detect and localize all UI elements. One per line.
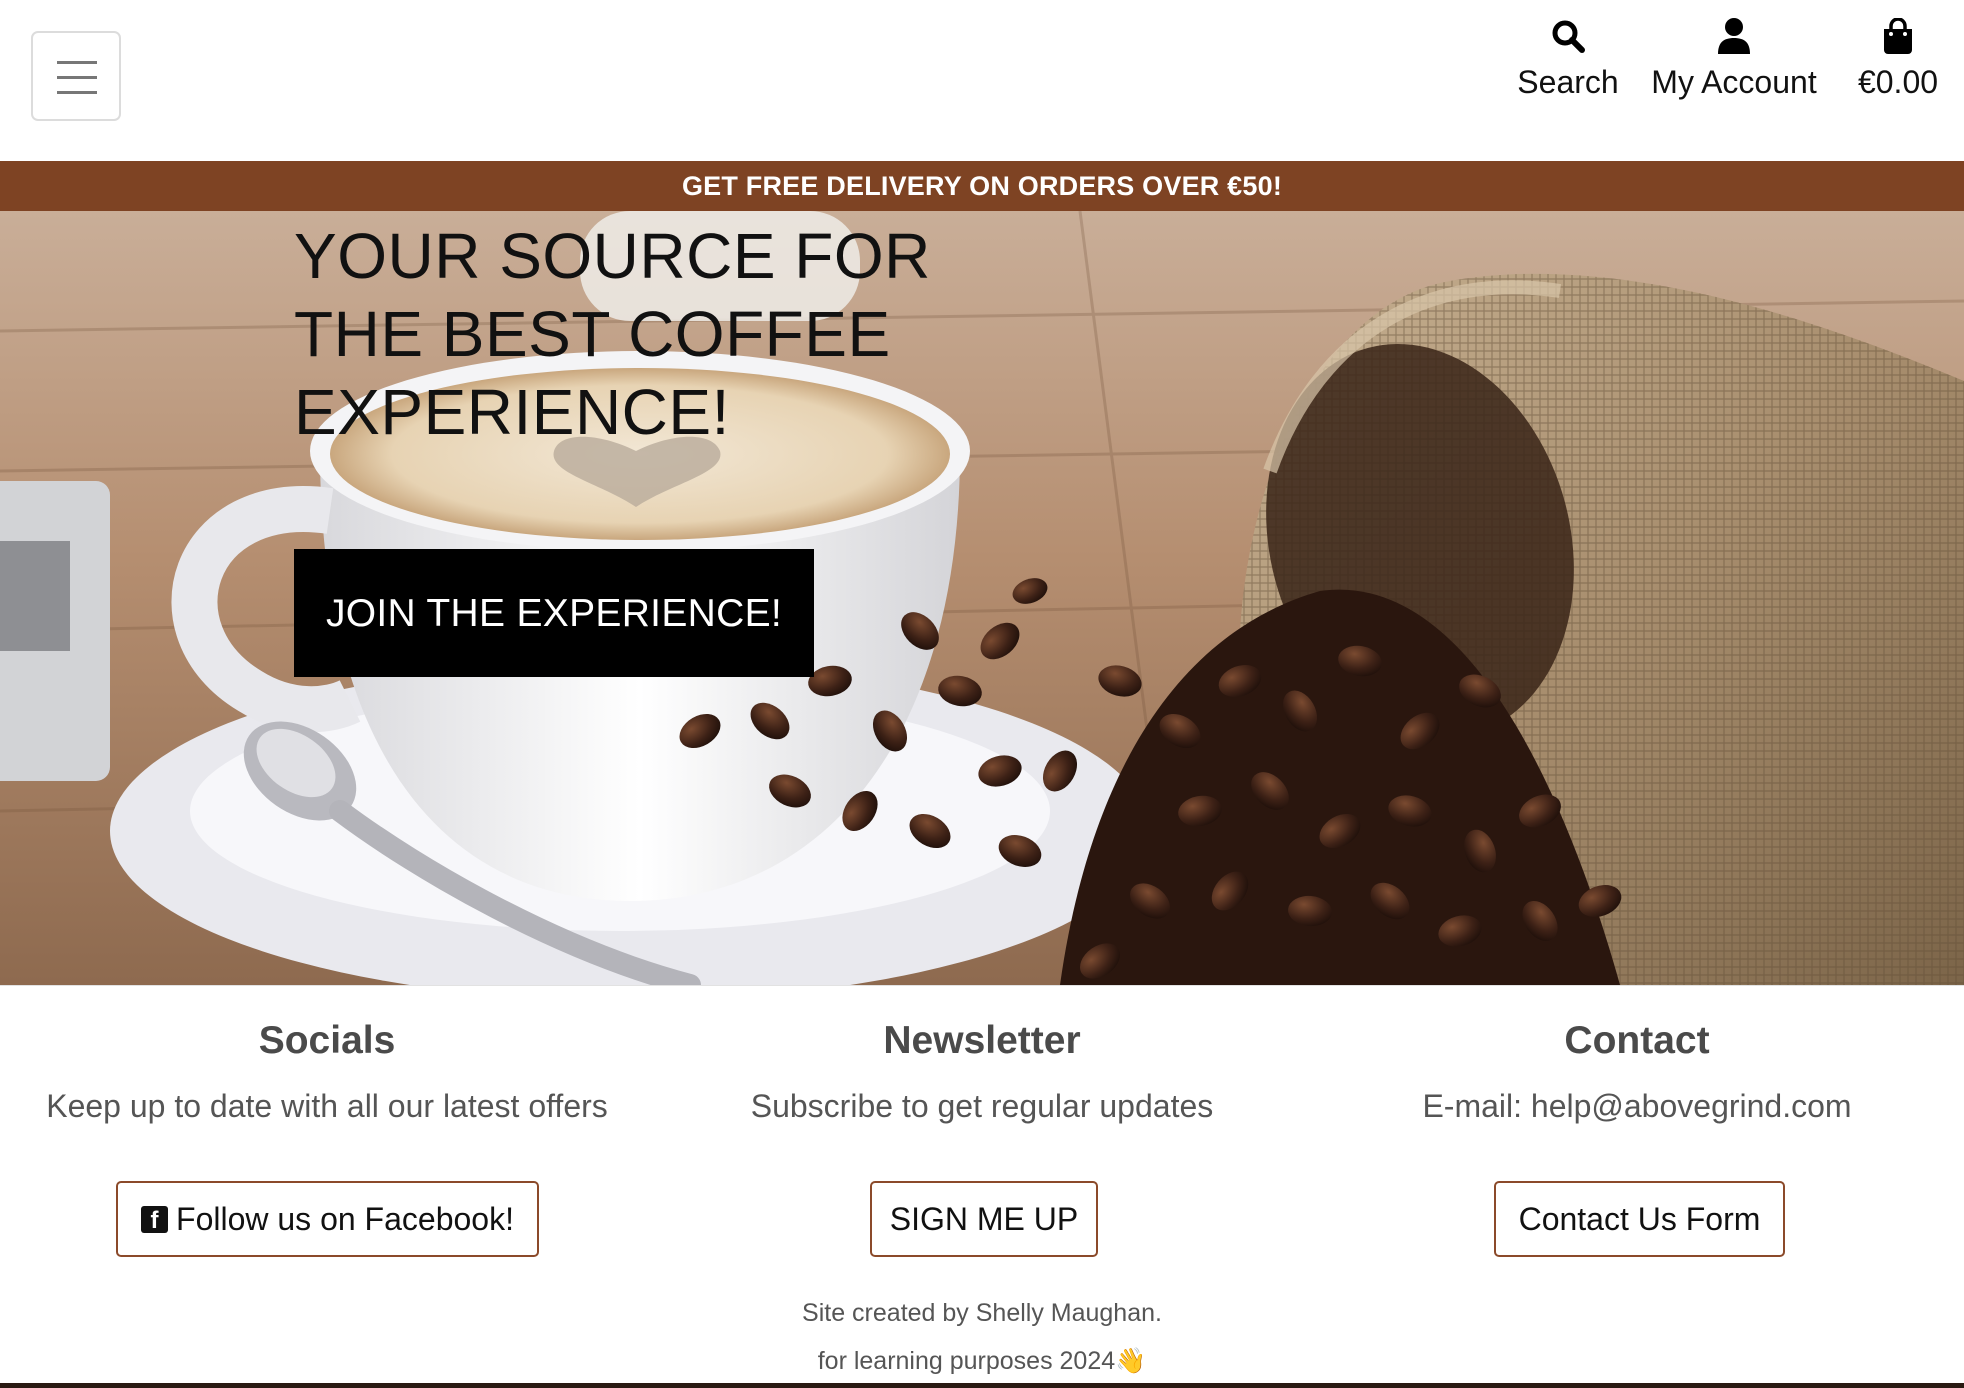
nav-account-label: My Account (1651, 64, 1817, 100)
footer-bottom-strip (0, 1383, 1964, 1388)
newsletter-heading: Newsletter (883, 1019, 1081, 1062)
shopping-bag-icon (1884, 18, 1912, 54)
nav-bag-total: €0.00 (1857, 64, 1939, 100)
hamburger-icon-line (57, 76, 97, 79)
newsletter-text: Subscribe to get regular updates (750, 1088, 1214, 1124)
site-footer: Socials Keep up to date with all our lat… (0, 985, 1964, 1388)
socials-text: Keep up to date with all our latest offe… (46, 1088, 608, 1124)
contact-heading: Contact (1564, 1019, 1710, 1062)
nav-search-link[interactable]: Search (1508, 18, 1628, 101)
hamburger-icon-line (57, 91, 97, 94)
contact-email[interactable]: E-mail: help@abovegrind.com (1310, 1088, 1964, 1125)
socials-heading: Socials (258, 1019, 396, 1062)
user-icon (1718, 18, 1750, 54)
follow-facebook-button[interactable]: f Follow us on Facebook! (116, 1181, 539, 1257)
site-credit-purpose: for learning purposes 2024👋 (817, 1347, 1147, 1375)
nav-account-link[interactable]: My Account (1642, 18, 1826, 101)
join-experience-button[interactable]: JOIN THE EXPERIENCE! (294, 549, 814, 677)
hero-section: YOUR SOURCE FOR THE BEST COFFEE EXPERIEN… (0, 211, 1964, 985)
nav-bag-link[interactable]: €0.00 (1848, 18, 1948, 101)
nav-search-label: Search (1517, 64, 1619, 100)
hero-title: YOUR SOURCE FOR THE BEST COFFEE EXPERIEN… (294, 220, 931, 448)
search-icon (1552, 20, 1585, 53)
facebook-icon: f (141, 1206, 169, 1233)
contact-form-button[interactable]: Contact Us Form (1494, 1181, 1785, 1257)
menu-toggle-button[interactable] (31, 31, 121, 121)
free-delivery-banner: GET FREE DELIVERY ON ORDERS OVER €50! (0, 161, 1964, 211)
site-header: Search My Account €0.00 (0, 0, 1964, 161)
follow-facebook-label: Follow us on Facebook! (176, 1201, 514, 1237)
hamburger-icon (57, 61, 97, 64)
site-credit: Site created by Shelly Maughan. (802, 1299, 1162, 1327)
sign-me-up-button[interactable]: SIGN ME UP (870, 1181, 1098, 1257)
